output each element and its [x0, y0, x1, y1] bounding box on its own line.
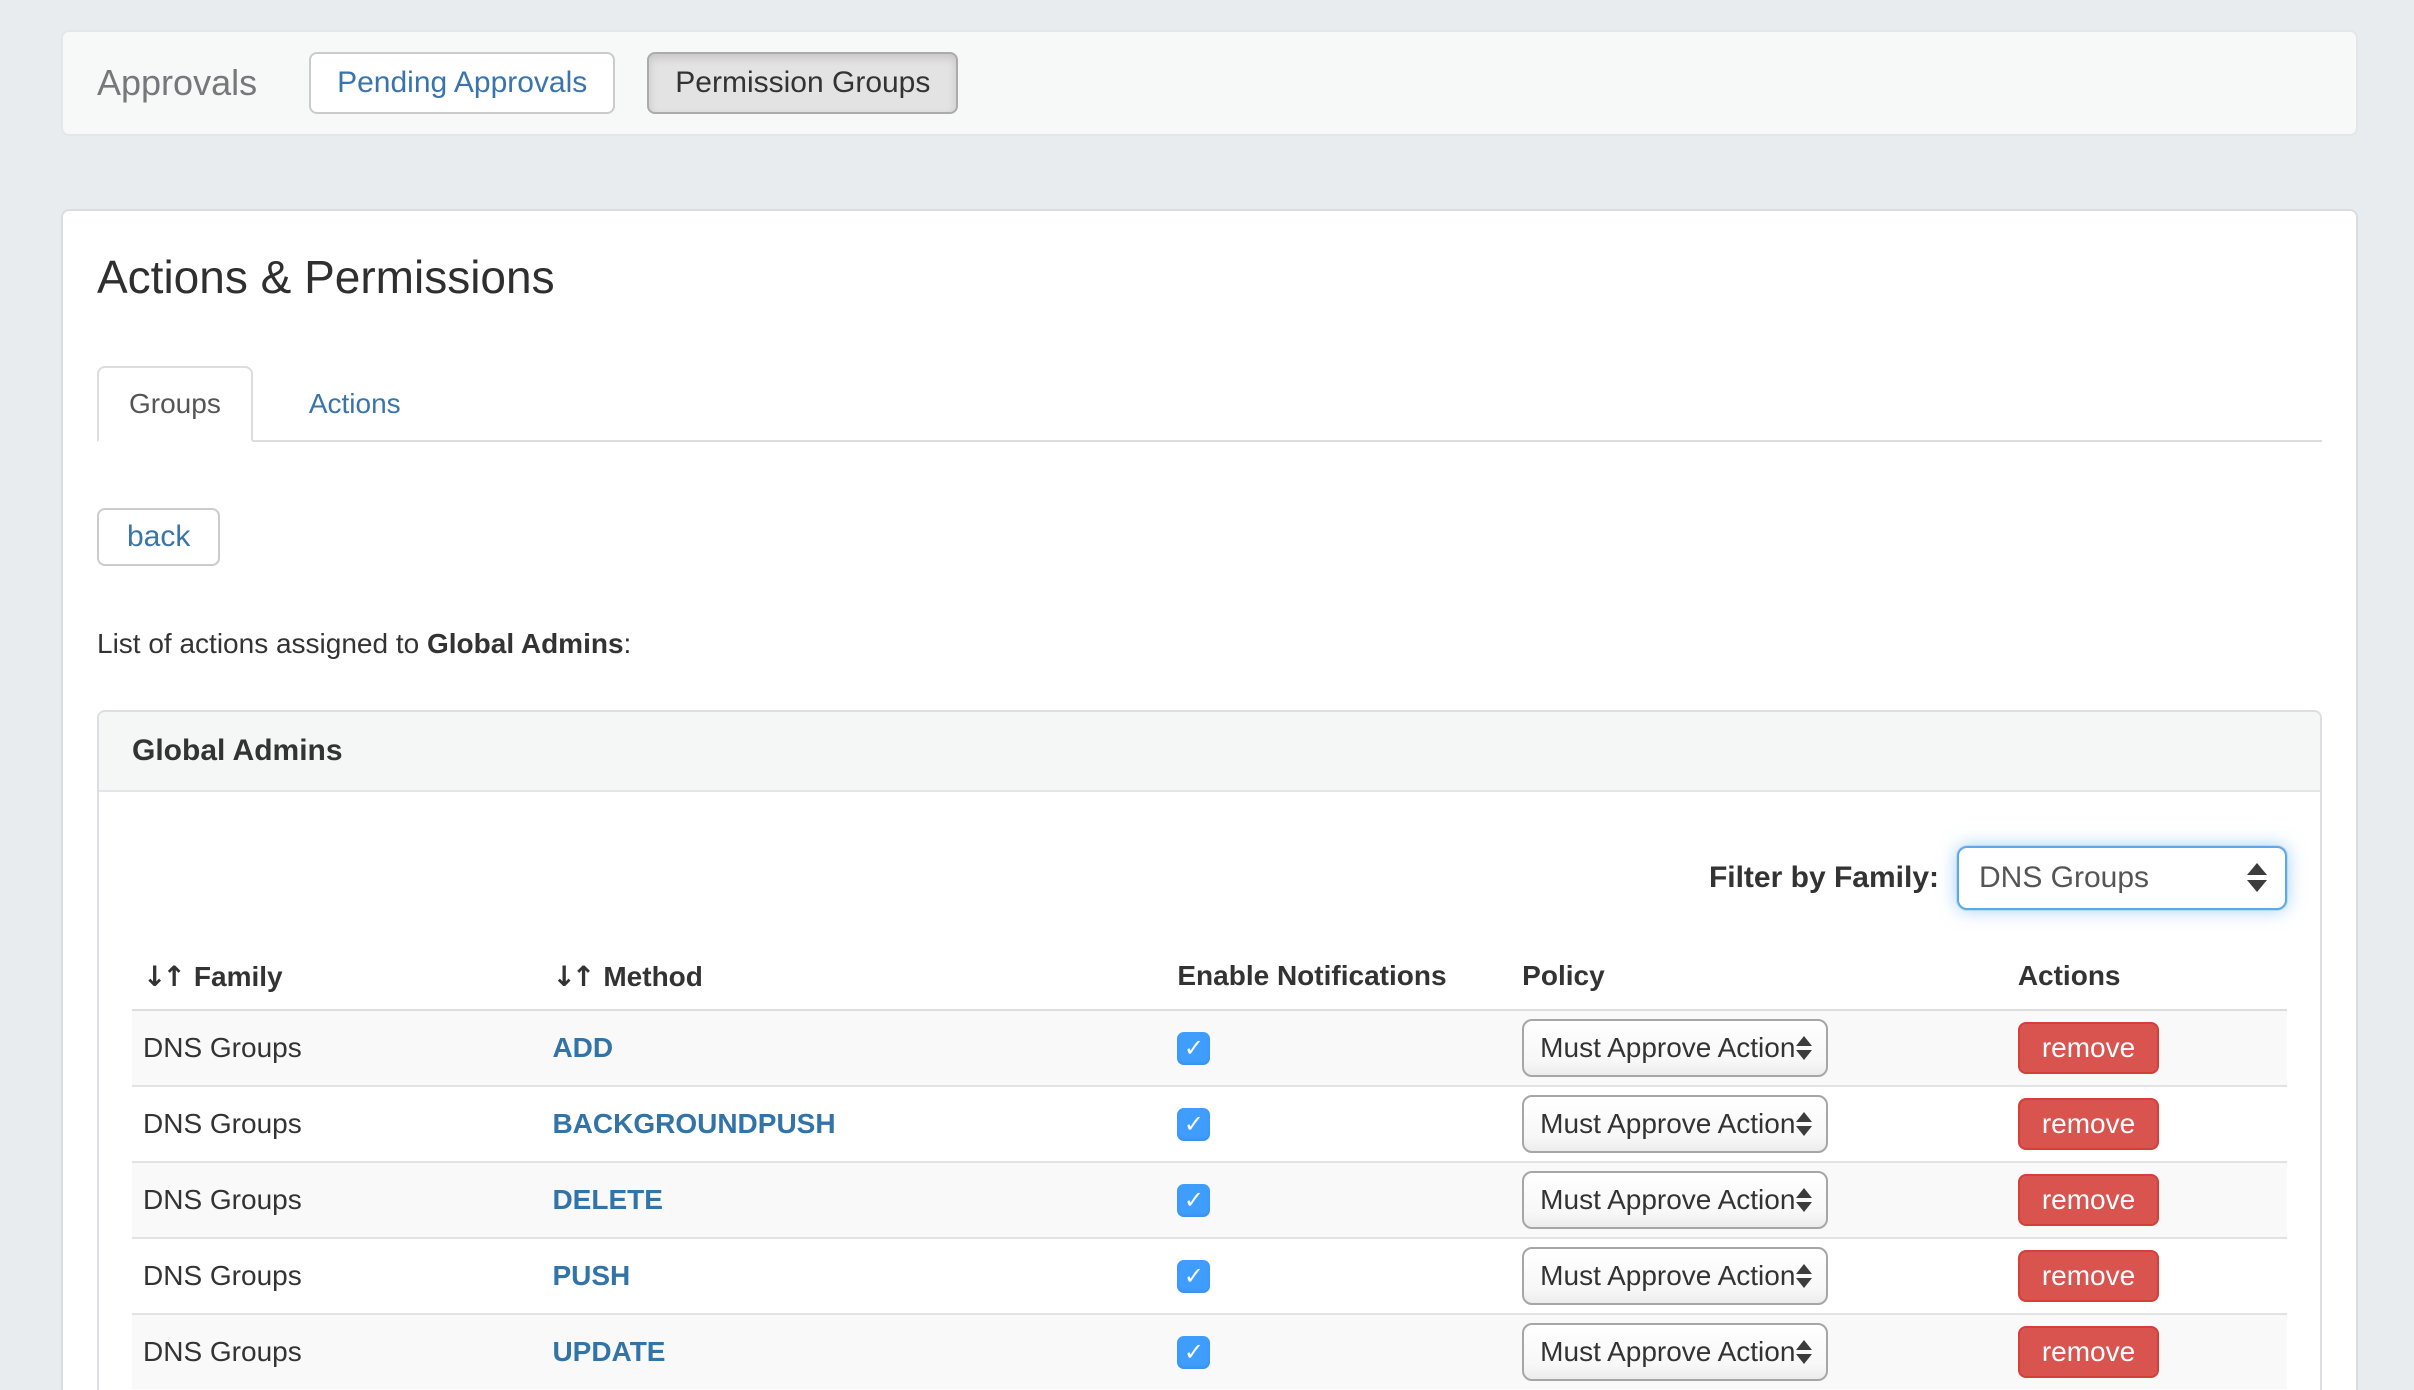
tab-bar: Groups Actions [97, 366, 2322, 442]
family-cell: DNS Groups [143, 1108, 302, 1139]
table-body: DNS Groups ADD ✓ Must Approve Action rem… [132, 1010, 2287, 1389]
family-cell: DNS Groups [143, 1260, 302, 1291]
policy-value: Must Approve Action [1540, 1336, 1795, 1368]
back-button[interactable]: back [97, 508, 220, 566]
method-link[interactable]: UPDATE [552, 1336, 665, 1367]
select-arrows-icon [2247, 863, 2267, 892]
table-header-row: ↓↑ Family ↓↑ Method Enable Notifications Poli… [132, 934, 2287, 1010]
select-arrows-icon [1796, 1112, 1812, 1136]
table-row: DNS Groups BACKGROUNDPUSH ✓ Must Approve… [132, 1086, 2287, 1162]
remove-button[interactable]: remove [2018, 1098, 2159, 1150]
approvals-toolbar: Approvals Pending Approvals Permission G… [61, 30, 2358, 136]
policy-value: Must Approve Action [1540, 1032, 1795, 1064]
panel-body: Filter by Family: DNS Groups ↓↑ Family ↓↑ M… [99, 846, 2320, 1390]
check-icon: ✓ [1184, 1036, 1204, 1060]
family-cell: DNS Groups [143, 1184, 302, 1215]
family-filter-value: DNS Groups [1979, 861, 2149, 895]
remove-button[interactable]: remove [2018, 1326, 2159, 1378]
policy-value: Must Approve Action [1540, 1184, 1795, 1216]
panel-title: Global Admins [132, 734, 343, 767]
notifications-checkbox[interactable]: ✓ [1177, 1108, 1210, 1141]
family-filter-select[interactable]: DNS Groups [1957, 846, 2287, 910]
column-header-family[interactable]: ↓↑ Family [132, 934, 541, 1010]
column-header-enable-notifications: Enable Notifications [1166, 934, 1511, 1010]
tab-groups[interactable]: Groups [97, 366, 253, 442]
select-arrows-icon [1796, 1340, 1812, 1364]
family-cell: DNS Groups [143, 1032, 302, 1063]
toolbar-title: Approvals [97, 62, 257, 104]
tab-actions[interactable]: Actions [277, 366, 433, 442]
filter-label: Filter by Family: [1709, 861, 1939, 895]
notifications-checkbox[interactable]: ✓ [1177, 1336, 1210, 1369]
remove-button[interactable]: remove [2018, 1174, 2159, 1226]
select-arrows-icon [1796, 1188, 1812, 1212]
notifications-checkbox[interactable]: ✓ [1177, 1260, 1210, 1293]
policy-select[interactable]: Must Approve Action [1522, 1247, 1828, 1305]
policy-value: Must Approve Action [1540, 1108, 1795, 1140]
actions-table: ↓↑ Family ↓↑ Method Enable Notifications Poli… [132, 934, 2287, 1389]
sort-icon: ↓↑ [552, 960, 591, 993]
policy-select[interactable]: Must Approve Action [1522, 1019, 1828, 1077]
check-icon: ✓ [1184, 1264, 1204, 1288]
column-label: Enable Notifications [1177, 960, 1446, 991]
select-arrows-icon [1796, 1264, 1812, 1288]
page-title: Actions & Permissions [97, 251, 2322, 304]
remove-button[interactable]: remove [2018, 1022, 2159, 1074]
method-link[interactable]: BACKGROUNDPUSH [552, 1108, 835, 1139]
column-header-actions: Actions [2007, 934, 2287, 1010]
column-label: Actions [2018, 960, 2121, 991]
policy-select[interactable]: Must Approve Action [1522, 1323, 1828, 1381]
column-header-policy: Policy [1511, 934, 2007, 1010]
method-link[interactable]: DELETE [552, 1184, 662, 1215]
notifications-checkbox[interactable]: ✓ [1177, 1184, 1210, 1217]
intro-text: List of actions assigned to Global Admin… [97, 628, 2322, 660]
check-icon: ✓ [1184, 1112, 1204, 1136]
table-row: DNS Groups ADD ✓ Must Approve Action rem… [132, 1010, 2287, 1086]
select-arrows-icon [1796, 1036, 1812, 1060]
policy-value: Must Approve Action [1540, 1260, 1795, 1292]
column-header-method[interactable]: ↓↑ Method [541, 934, 1166, 1010]
intro-group-name: Global Admins [427, 628, 624, 659]
method-link[interactable]: ADD [552, 1032, 613, 1063]
intro-prefix: List of actions assigned to [97, 628, 427, 659]
policy-select[interactable]: Must Approve Action [1522, 1171, 1828, 1229]
notifications-checkbox[interactable]: ✓ [1177, 1032, 1210, 1065]
actions-permissions-card: Actions & Permissions Groups Actions bac… [61, 209, 2358, 1390]
column-label: Family [194, 961, 283, 992]
check-icon: ✓ [1184, 1188, 1204, 1212]
sort-icon: ↓↑ [143, 960, 182, 993]
column-label: Policy [1522, 960, 1604, 991]
policy-select[interactable]: Must Approve Action [1522, 1095, 1828, 1153]
column-label: Method [603, 961, 703, 992]
table-row: DNS Groups DELETE ✓ Must Approve Action … [132, 1162, 2287, 1238]
check-icon: ✓ [1184, 1340, 1204, 1364]
panel-header: Global Admins [99, 712, 2320, 792]
filter-row: Filter by Family: DNS Groups [132, 846, 2287, 910]
method-link[interactable]: PUSH [552, 1260, 630, 1291]
table-row: DNS Groups UPDATE ✓ Must Approve Action … [132, 1314, 2287, 1389]
intro-suffix: : [624, 628, 632, 659]
remove-button[interactable]: remove [2018, 1250, 2159, 1302]
permission-groups-button[interactable]: Permission Groups [647, 52, 958, 114]
family-cell: DNS Groups [143, 1336, 302, 1367]
table-row: DNS Groups PUSH ✓ Must Approve Action re… [132, 1238, 2287, 1314]
pending-approvals-button[interactable]: Pending Approvals [309, 52, 615, 114]
global-admins-panel: Global Admins Filter by Family: DNS Grou… [97, 710, 2322, 1390]
